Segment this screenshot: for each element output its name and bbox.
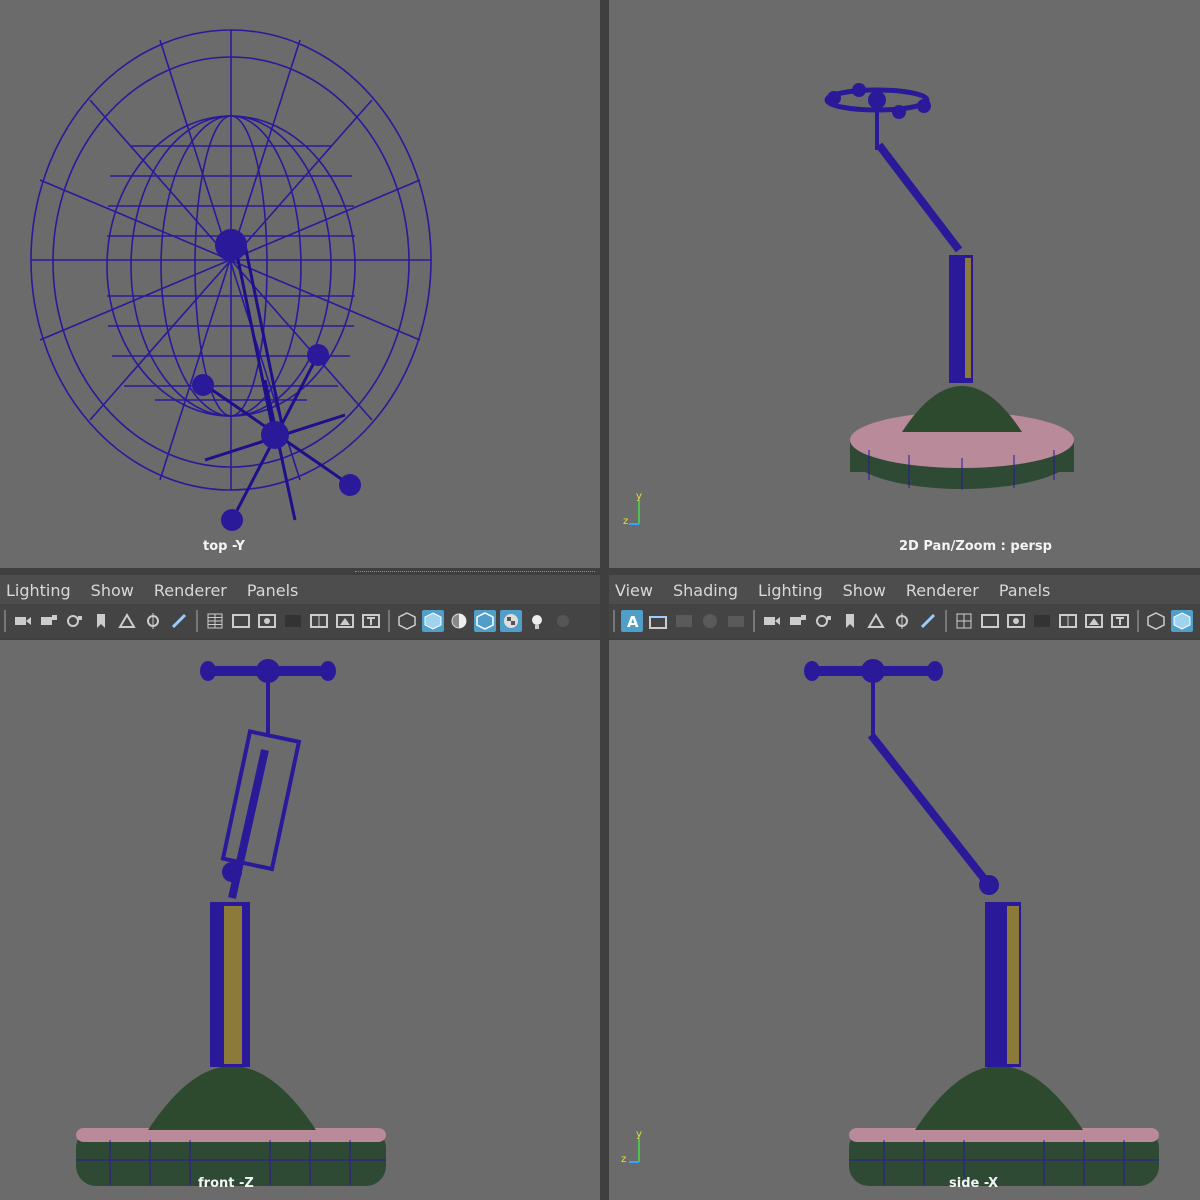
svg-text:z: z xyxy=(621,1154,626,1165)
safe-action-icon[interactable] xyxy=(1083,610,1105,632)
viewport-label-persp: 2D Pan/Zoom : persp xyxy=(899,539,1052,554)
camera-icon[interactable] xyxy=(12,610,34,632)
menu-view[interactable]: View xyxy=(615,581,653,600)
side-view-model xyxy=(804,659,1159,1186)
disabled-panel-icon xyxy=(725,610,747,632)
gate-mask-icon[interactable] xyxy=(282,610,304,632)
viewport-label-front: front -Z xyxy=(198,1176,254,1191)
menu-renderer[interactable]: Renderer xyxy=(906,581,979,600)
persp-view-model xyxy=(824,83,1074,490)
menu-show[interactable]: Show xyxy=(91,581,134,600)
film-gate-icon[interactable] xyxy=(230,610,252,632)
viewport-label-side: side -X xyxy=(949,1176,999,1191)
viewport-front[interactable]: front -Z xyxy=(0,640,600,1200)
wireframe-icon[interactable] xyxy=(1145,610,1167,632)
camera-lock-icon[interactable] xyxy=(38,610,60,632)
grid-icon[interactable] xyxy=(953,610,975,632)
disabled-tool-icon xyxy=(673,610,695,632)
smooth-shade-icon[interactable] xyxy=(1171,610,1193,632)
paint-icon[interactable] xyxy=(917,610,939,632)
top-view-wireframe xyxy=(30,29,432,531)
menu-shading[interactable]: Shading xyxy=(673,581,738,600)
panel-divider xyxy=(355,571,595,572)
menu-lighting[interactable]: Lighting xyxy=(758,581,823,600)
right-panel-menubar: View Shading Lighting Show Renderer Pane… xyxy=(609,575,1200,605)
camera-attr-icon[interactable] xyxy=(813,610,835,632)
safe-action-icon[interactable] xyxy=(334,610,356,632)
front-view-model xyxy=(76,659,386,1186)
camera-icon[interactable] xyxy=(761,610,783,632)
viewport-label-top: top -Y xyxy=(203,539,245,554)
select-tool-icon[interactable]: A xyxy=(621,610,643,632)
svg-text:y: y xyxy=(636,1129,642,1140)
paint-icon[interactable] xyxy=(168,610,190,632)
film-gate-icon[interactable] xyxy=(979,610,1001,632)
gate-mask-icon[interactable] xyxy=(1031,610,1053,632)
viewport-side[interactable]: y z side -X xyxy=(609,640,1200,1200)
left-panel-toolbar xyxy=(0,604,600,638)
field-chart-icon[interactable] xyxy=(1057,610,1079,632)
left-panel-menubar: Lighting Show Renderer Panels xyxy=(0,575,600,605)
shadows-icon[interactable] xyxy=(552,610,574,632)
menu-show[interactable]: Show xyxy=(843,581,886,600)
shade-selected-icon[interactable] xyxy=(474,610,496,632)
camera-lock-icon[interactable] xyxy=(787,610,809,632)
bookmark-icon[interactable] xyxy=(90,610,112,632)
menu-renderer[interactable]: Renderer xyxy=(154,581,227,600)
menu-lighting[interactable]: Lighting xyxy=(6,581,71,600)
field-chart-icon[interactable] xyxy=(308,610,330,632)
bookmark-icon[interactable] xyxy=(839,610,861,632)
resolution-gate-icon[interactable] xyxy=(1005,610,1027,632)
camera-view-icon[interactable] xyxy=(647,610,669,632)
smooth-shade-icon[interactable] xyxy=(422,610,444,632)
resolution-gate-icon[interactable] xyxy=(256,610,278,632)
svg-text:z: z xyxy=(623,516,628,527)
default-light-icon[interactable] xyxy=(448,610,470,632)
image-plane-icon[interactable] xyxy=(865,610,887,632)
safe-title-icon[interactable] xyxy=(1109,610,1131,632)
camera-attr-icon[interactable] xyxy=(64,610,86,632)
grid-icon[interactable] xyxy=(204,610,226,632)
disabled-sphere-icon xyxy=(699,610,721,632)
viewport-persp[interactable]: y z 2D Pan/Zoom : persp xyxy=(609,0,1200,568)
svg-text:y: y xyxy=(636,491,642,502)
axis-gizmo: y z xyxy=(621,490,655,530)
pivot-icon[interactable] xyxy=(891,610,913,632)
axis-gizmo: y z xyxy=(619,1128,653,1168)
lights-icon[interactable] xyxy=(526,610,548,632)
svg-text:A: A xyxy=(627,613,639,630)
safe-title-icon[interactable] xyxy=(360,610,382,632)
viewport-top[interactable]: top -Y xyxy=(0,0,600,568)
pivot-icon[interactable] xyxy=(142,610,164,632)
menu-panels[interactable]: Panels xyxy=(999,581,1051,600)
right-panel-toolbar: A xyxy=(609,604,1200,638)
image-plane-icon[interactable] xyxy=(116,610,138,632)
textured-icon[interactable] xyxy=(500,610,522,632)
menu-panels[interactable]: Panels xyxy=(247,581,299,600)
wireframe-icon[interactable] xyxy=(396,610,418,632)
